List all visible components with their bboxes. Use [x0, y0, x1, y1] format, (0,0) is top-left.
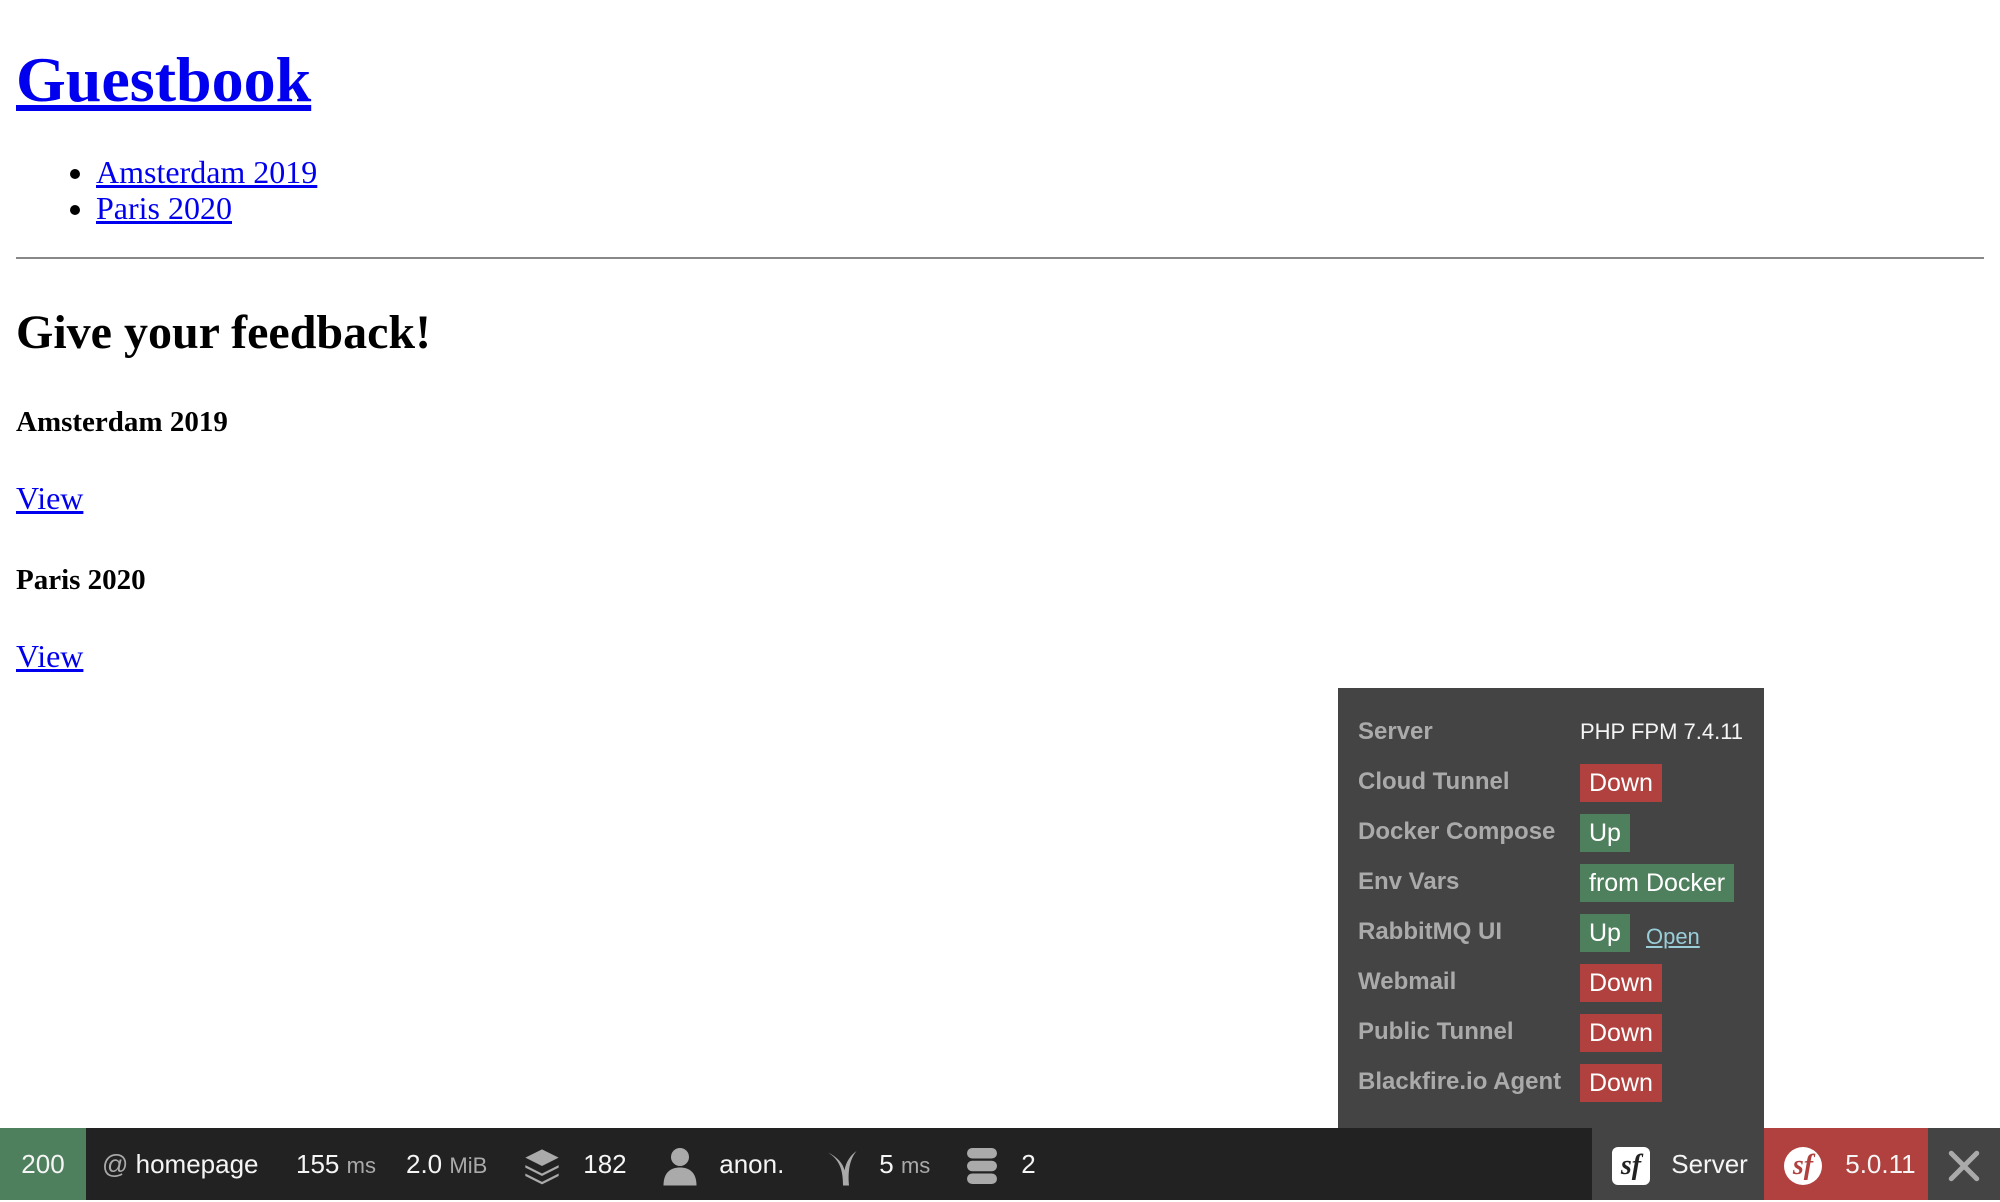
conference-nav: Amsterdam 2019 Paris 2020 [16, 154, 1984, 226]
nav-item: Paris 2020 [96, 190, 1984, 226]
view-link-paris-2020[interactable]: View [16, 638, 83, 674]
symfony-logo-icon: sf [1612, 1147, 1650, 1186]
status-badge-down: Down [1580, 1014, 1662, 1052]
symfony-version-item[interactable]: sf 5.0.11 [1764, 1128, 1928, 1200]
twig-time-unit: ms [900, 1153, 931, 1178]
database-icon [967, 1148, 997, 1185]
debug-toolbar: 200 @ homepage 155 ms 2.0 MiB 182 anon. … [0, 1128, 2000, 1200]
server-row-label: Public Tunnel [1358, 1018, 1514, 1045]
conference-title-amsterdam-2019: Amsterdam 2019 [16, 406, 228, 438]
twig-time-value: 5 [879, 1149, 894, 1179]
route-name: homepage [135, 1149, 259, 1179]
symfony-version: 5.0.11 [1845, 1149, 1916, 1179]
status-badge-up: Up [1580, 914, 1630, 952]
request-time-unit: ms [346, 1153, 376, 1178]
symfony-logo-icon: sf [1784, 1147, 1822, 1186]
server-row-label: Blackfire.io Agent [1358, 1068, 1562, 1095]
server-version-value: PHP FPM 7.4.11 [1580, 719, 1744, 744]
server-info-panel: Server PHP FPM 7.4.11 Cloud Tunnel Down … [1338, 688, 1764, 1128]
user-item[interactable]: anon. [662, 1128, 784, 1200]
status-badge-up: from Docker [1580, 864, 1735, 902]
conference-title-paris-2020: Paris 2020 [16, 564, 146, 596]
server-toolbar-item[interactable]: sf Server [1592, 1128, 1764, 1200]
status-badge-down: Down [1580, 1064, 1662, 1102]
twig-item[interactable]: 5 ms [822, 1128, 930, 1200]
server-row-label: RabbitMQ UI [1358, 918, 1502, 945]
database-item[interactable]: 2 [964, 1128, 1036, 1200]
status-code-badge[interactable]: 200 [0, 1128, 86, 1200]
layers-icon [525, 1149, 559, 1185]
server-toolbar-label: Server [1671, 1149, 1748, 1179]
memory-item[interactable]: 2.0 MiB [406, 1128, 487, 1200]
close-toolbar-button[interactable] [1928, 1128, 2000, 1200]
forms-item[interactable]: 182 [522, 1128, 627, 1200]
memory-value: 2.0 [406, 1149, 443, 1179]
server-row-label: Webmail [1358, 968, 1457, 995]
server-row-label: Cloud Tunnel [1358, 768, 1510, 795]
page: Guestbook Amsterdam 2019 Paris 2020 Give… [16, 0, 1984, 674]
nav-item: Amsterdam 2019 [96, 154, 1984, 190]
site-title: Guestbook [16, 40, 1984, 120]
database-query-count: 2 [1021, 1149, 1036, 1179]
page-heading: Give your feedback! [16, 306, 432, 359]
route-item[interactable]: @ homepage [86, 1128, 259, 1200]
nav-link-paris-2020[interactable]: Paris 2020 [96, 190, 232, 226]
view-link-amsterdam-2019[interactable]: View [16, 480, 83, 516]
memory-unit: MiB [449, 1153, 488, 1178]
status-badge-down: Down [1580, 964, 1662, 1002]
rabbitmq-open-link[interactable]: Open [1646, 924, 1700, 949]
request-time-item[interactable]: 155 ms [296, 1128, 376, 1200]
twig-icon [828, 1151, 857, 1186]
close-icon [1948, 1150, 1980, 1182]
server-row-label: Docker Compose [1358, 818, 1556, 845]
forms-count: 182 [583, 1149, 627, 1179]
user-icon [663, 1148, 697, 1186]
status-badge-up: Up [1580, 814, 1630, 852]
site-title-link[interactable]: Guestbook [16, 44, 311, 115]
header-divider [16, 257, 1984, 259]
status-badge-down: Down [1580, 764, 1662, 802]
route-at-sign: @ [102, 1149, 129, 1179]
request-time-value: 155 [296, 1149, 340, 1179]
server-row-label: Server [1358, 718, 1433, 745]
server-row-label: Env Vars [1358, 868, 1460, 895]
nav-link-amsterdam-2019[interactable]: Amsterdam 2019 [96, 154, 317, 190]
user-name: anon. [719, 1149, 785, 1179]
